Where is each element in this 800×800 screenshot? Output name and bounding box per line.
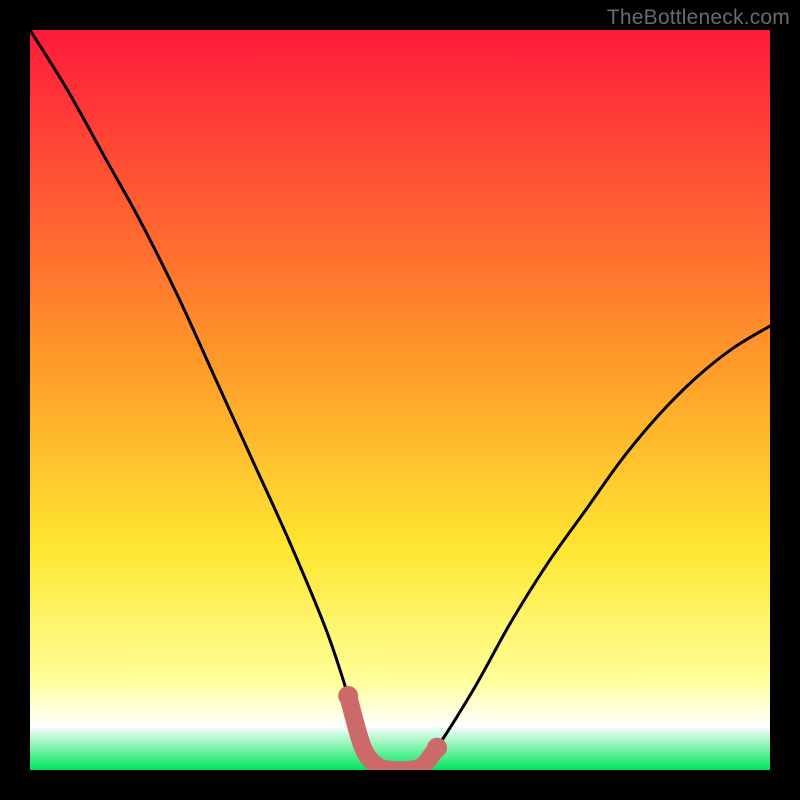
attribution-label: TheBottleneck.com: [607, 6, 790, 30]
chart-stage: TheBottleneck.com: [0, 0, 800, 800]
basin-endpoint-left: [338, 686, 358, 706]
gradient-background: [30, 30, 770, 770]
bottleneck-plot: [30, 30, 770, 770]
basin-endpoint-right: [427, 738, 447, 758]
